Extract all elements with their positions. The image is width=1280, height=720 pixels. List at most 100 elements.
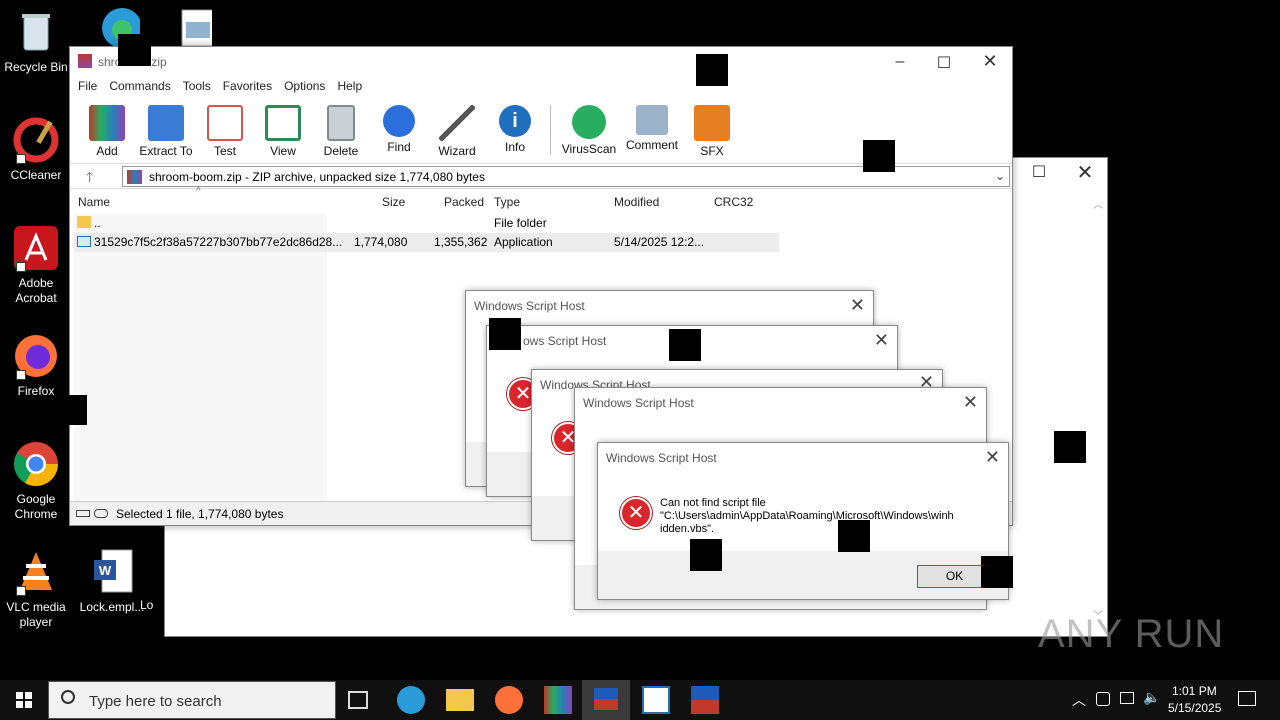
sort-indicator-icon: ^ (196, 186, 201, 197)
name-column-shade (74, 214, 327, 501)
extract-to-button[interactable]: Extract To (136, 101, 196, 158)
search-icon (61, 690, 75, 704)
column-size[interactable]: Size (382, 195, 405, 209)
desktop-icon-recycle-bin[interactable]: Recycle Bin (0, 8, 72, 75)
sfx-button[interactable]: SFX (683, 101, 741, 158)
info-icon: i (499, 105, 531, 137)
clock-date[interactable]: 5/15/2025 (1168, 701, 1221, 715)
table-row[interactable]: .. File folder (74, 214, 779, 233)
minimize-icon[interactable]: – (890, 53, 910, 71)
column-packed[interactable]: Packed (444, 195, 484, 209)
script-host-taskbar-icon-2[interactable] (691, 686, 719, 714)
menu-options[interactable]: Options (282, 79, 335, 93)
desktop-icon-word-doc[interactable]: W Lock.empl... (76, 548, 148, 615)
redaction-block (690, 539, 722, 571)
delete-icon (327, 105, 355, 141)
taskbar-search[interactable]: Type here to search (48, 681, 336, 719)
message-line: idden.vbs". (660, 523, 715, 535)
desktop-icon-firefox[interactable]: Firefox (0, 332, 72, 399)
view-button[interactable]: View (254, 101, 312, 158)
notification-icon[interactable] (1238, 691, 1256, 706)
task-view-icon[interactable] (348, 691, 368, 709)
virusscan-label: VirusScan (561, 142, 617, 156)
edge-taskbar-icon[interactable] (397, 686, 425, 714)
start-button[interactable] (0, 680, 48, 720)
desktop-icon-vlc[interactable]: VLC media player (0, 548, 72, 630)
window-taskbar-icon[interactable] (642, 686, 670, 714)
drive-icon (76, 510, 90, 517)
comment-button[interactable]: Comment (621, 101, 683, 157)
menu-tools[interactable]: Tools (181, 79, 221, 93)
close-icon[interactable]: ✕ (1075, 160, 1095, 185)
desktop-icon-ccleaner[interactable]: CCleaner (0, 116, 72, 183)
maximize-icon[interactable]: ☐ (934, 53, 954, 73)
info-button[interactable]: i Info (486, 101, 544, 157)
scroll-up-icon[interactable]: ︿ (1089, 196, 1107, 211)
maximize-icon[interactable]: ☐ (1029, 162, 1049, 182)
column-crc32[interactable]: CRC32 (714, 195, 753, 209)
scrollbar[interactable]: ︿ ﹀ (1089, 196, 1107, 622)
chevron-down-icon[interactable]: ⌄ (995, 169, 1005, 183)
column-modified[interactable]: Modified (614, 195, 659, 209)
toolbar-separator (550, 105, 551, 155)
script-host-dialog-front[interactable]: Windows Script Host ✕ ✕ Can not find scr… (597, 442, 1009, 600)
extract-to-label: Extract To (139, 144, 193, 158)
dialog-title: Windows Script Host (606, 451, 717, 465)
wizard-label: Wizard (438, 144, 476, 158)
application-icon (77, 236, 91, 247)
delete-label: Delete (323, 144, 359, 158)
view-icon (265, 105, 301, 141)
winrar-taskbar-icon[interactable] (544, 686, 572, 714)
delete-button[interactable]: Delete (312, 101, 370, 158)
watermark-logo: ANY RUN (1038, 612, 1225, 656)
menu-favorites[interactable]: Favorites (221, 79, 282, 93)
add-button[interactable]: Add (78, 101, 136, 158)
desktop-icon-label: Lock.empl... (79, 600, 145, 614)
redaction-block (489, 318, 521, 350)
virusscan-icon (572, 105, 606, 139)
sfx-icon (694, 105, 730, 141)
menu-help[interactable]: Help (335, 79, 372, 93)
desktop-icon-label: Firefox (17, 384, 55, 398)
titlebar[interactable]: shro oom.zip – ☐ ✕ (70, 47, 1012, 77)
path-text: shroom-boom.zip - ZIP archive, unpacked … (149, 170, 485, 184)
file-explorer-icon[interactable] (446, 689, 474, 711)
dialog-title: Windows Script Host (474, 299, 585, 313)
list-header: Name ^ Size Packed Type Modified CRC32 (70, 186, 1012, 214)
folder-icon (77, 216, 91, 228)
cell-type: Application (494, 235, 553, 249)
volume-icon[interactable]: 🔈 (1143, 689, 1160, 706)
test-button[interactable]: Test (196, 101, 254, 158)
up-arrow-icon[interactable]: 🡑 (86, 167, 93, 191)
network-icon[interactable] (1120, 692, 1134, 704)
virusscan-button[interactable]: VirusScan (557, 101, 621, 157)
clock-time[interactable]: 1:01 PM (1172, 684, 1217, 698)
desktop-icon-label: CCleaner (10, 168, 62, 182)
comment-label: Comment (625, 138, 678, 152)
add-label: Add (96, 144, 118, 158)
table-row-selected[interactable]: 31529c7f5c2f38a57227b307bb77e2dc86d28...… (74, 233, 779, 252)
column-name[interactable]: Name (78, 195, 110, 209)
close-icon[interactable]: ✕ (963, 392, 978, 413)
desktop-icon-adobe-acrobat[interactable]: Adobe Acrobat (0, 224, 72, 306)
wizard-button[interactable]: Wizard (428, 101, 486, 158)
close-icon[interactable]: ✕ (985, 447, 1000, 468)
firefox-taskbar-icon[interactable] (495, 686, 523, 714)
close-icon[interactable]: ✕ (850, 295, 865, 316)
menu-file[interactable]: File (76, 79, 107, 93)
find-button[interactable]: Find (370, 101, 428, 157)
test-label: Test (213, 144, 236, 158)
redaction-block (838, 520, 870, 552)
taskbar-active-app[interactable] (582, 680, 630, 720)
tray-icon[interactable] (1096, 692, 1110, 706)
desktop-icon-google-chrome[interactable]: Google Chrome (0, 440, 72, 522)
shortcut-arrow-icon (16, 370, 26, 380)
close-icon[interactable]: ✕ (874, 330, 889, 351)
cell-name: 31529c7f5c2f38a57227b307bb77e2dc86d28... (94, 235, 343, 249)
close-icon[interactable]: ✕ (980, 51, 1000, 72)
svg-text:W: W (99, 563, 112, 578)
menu-commands[interactable]: Commands (107, 79, 180, 93)
desktop-icon-label: VLC media player (6, 600, 66, 629)
show-hidden-icons[interactable]: ︿ (1072, 690, 1086, 710)
column-type[interactable]: Type (494, 195, 520, 209)
